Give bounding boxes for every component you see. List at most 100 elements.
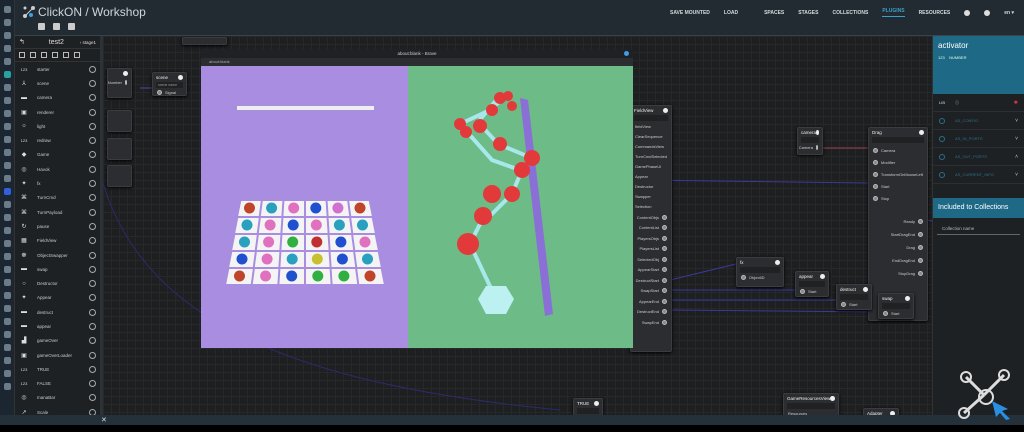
sidebar-item-fieldview[interactable]: ▦ FieldView: [15, 234, 100, 248]
node-game-resources-view[interactable]: GameResourcesView Resources: [783, 393, 839, 416]
nav-resources[interactable]: RESOURCES: [919, 10, 951, 16]
app-strip-icon[interactable]: [3, 305, 11, 312]
pin-icon[interactable]: ✱: [1014, 100, 1018, 106]
nav-load[interactable]: LOAD: [724, 10, 738, 16]
check-circle-icon[interactable]: [89, 108, 96, 116]
port-out[interactable]: [662, 288, 667, 293]
stage-breadcrumb[interactable]: › stage1: [80, 40, 96, 45]
check-circle-icon[interactable]: [89, 251, 96, 259]
sidebar-item-destruct[interactable]: ▬ destruct: [15, 305, 100, 319]
check-circle-icon[interactable]: [89, 337, 96, 345]
sidebar-item-fx[interactable]: ✦ fx: [15, 176, 100, 190]
grid-icon[interactable]: [63, 52, 69, 58]
node-drag[interactable]: Drag Camera Modifier TransformOnMouseLeft S…: [868, 127, 928, 321]
select-all-icon[interactable]: [19, 52, 25, 58]
port-out[interactable]: [662, 256, 667, 262]
app-strip-icon[interactable]: [3, 292, 11, 299]
port-out[interactable]: [662, 319, 667, 325]
app-strip-icon[interactable]: [3, 84, 11, 91]
port-out[interactable]: [816, 145, 818, 150]
node-settings-icon[interactable]: [178, 75, 183, 80]
browser-titlebar[interactable]: about:blank - Brave: [201, 49, 633, 58]
app-strip-icon[interactable]: [3, 71, 11, 78]
nav-collections[interactable]: COLLECTIONS: [832, 10, 868, 16]
sidebar-item-redraw[interactable]: 123 redraw: [15, 133, 100, 147]
app-strip-icon[interactable]: [3, 331, 11, 338]
search-icon[interactable]: [52, 52, 58, 58]
node-camera[interactable]: camera Camera: [797, 127, 823, 155]
check-circle-icon[interactable]: [89, 65, 96, 73]
pointer-tool-icon[interactable]: [38, 23, 45, 30]
node-true[interactable]: TRUE: [573, 398, 603, 416]
node-generic[interactable]: [107, 110, 132, 132]
app-strip-icon[interactable]: [3, 201, 11, 208]
port-out[interactable]: [662, 277, 667, 283]
check-circle-icon[interactable]: [89, 208, 96, 216]
section-as-in-ports[interactable]: AS_IN_PORTS ˅: [933, 130, 1024, 148]
collection-name-input[interactable]: Collection name: [937, 218, 1020, 235]
sidebar-item-false[interactable]: 123 FALSE: [15, 377, 100, 391]
sidebar-item-turnpayload[interactable]: ⌘ TurnPayload: [15, 205, 100, 219]
port-out[interactable]: [125, 80, 127, 85]
port-out[interactable]: [918, 271, 923, 276]
chevron-down-icon[interactable]: ˅: [1015, 136, 1018, 142]
check-circle-icon[interactable]: [89, 165, 96, 173]
port-out[interactable]: [662, 298, 667, 304]
browser-window[interactable]: about:blank - Brave about:blank: [201, 49, 633, 348]
port-in[interactable]: [157, 90, 162, 95]
language-select[interactable]: en ▾: [1004, 10, 1014, 16]
app-strip-icon[interactable]: [3, 357, 11, 364]
collapse-icon[interactable]: ✕: [101, 416, 107, 424]
node-scene[interactable]: scene scene name Signal: [152, 72, 187, 96]
check-circle-icon[interactable]: [89, 237, 96, 245]
3d-viewport[interactable]: [201, 66, 633, 348]
app-strip-icon[interactable]: [3, 266, 11, 273]
app-strip-icon[interactable]: [3, 136, 11, 143]
check-circle-icon[interactable]: [89, 222, 96, 230]
check-circle-icon[interactable]: [89, 265, 96, 273]
node-settings-icon[interactable]: [663, 108, 668, 113]
node-settings-icon[interactable]: [863, 287, 868, 292]
node-fieldview[interactable]: FieldView fieldView ClearSequence Commands…: [630, 105, 672, 352]
chevron-down-icon[interactable]: ˅: [1015, 118, 1018, 124]
sidebar-item-destructor[interactable]: ○ Destructor: [15, 276, 100, 290]
node-settings-icon[interactable]: [919, 130, 924, 135]
app-strip-icon[interactable]: [3, 123, 11, 130]
node-generic[interactable]: [182, 37, 227, 45]
app-strip-icon[interactable]: [3, 45, 11, 52]
node-destruct[interactable]: destruct Start: [836, 284, 872, 310]
node-settings-icon[interactable]: [830, 396, 835, 401]
check-circle-icon[interactable]: [89, 280, 96, 288]
app-strip-icon[interactable]: [3, 318, 11, 325]
port-in[interactable]: [873, 148, 878, 153]
app-strip-icon[interactable]: [3, 240, 11, 247]
check-circle-icon[interactable]: [89, 308, 96, 316]
sidebar-item-game[interactable]: ◆ Game: [15, 148, 100, 162]
sort-icon[interactable]: [30, 52, 36, 58]
app-strip-icon[interactable]: [3, 149, 11, 156]
node-appear[interactable]: appear Start: [795, 271, 829, 297]
address-bar[interactable]: about:blank: [201, 58, 633, 66]
app-strip-icon[interactable]: [3, 175, 11, 182]
app-strip-icon[interactable]: [3, 383, 11, 390]
section-as-current-info[interactable]: AS_CURRENT_INFO ˅: [933, 166, 1024, 184]
share-icon[interactable]: [74, 52, 80, 58]
check-circle-icon[interactable]: [89, 137, 96, 145]
app-strip-icon[interactable]: [3, 110, 11, 117]
sidebar-item-swap[interactable]: ▬ swap: [15, 262, 100, 276]
port-out[interactable]: [918, 245, 923, 250]
check-circle-icon[interactable]: [89, 151, 96, 159]
section-as-config[interactable]: AS_CONFIG ˅: [933, 112, 1024, 130]
sidebar-item-appear[interactable]: ✦ Appear: [15, 291, 100, 305]
game-view-scale[interactable]: [408, 66, 633, 348]
node-generic[interactable]: [107, 138, 132, 160]
browser-profile-icon[interactable]: [624, 51, 629, 56]
port-in[interactable]: [873, 196, 878, 201]
port-in[interactable]: [741, 275, 746, 280]
node-settings-icon[interactable]: [594, 401, 599, 406]
sidebar-item-pause[interactable]: ↻ pause: [15, 219, 100, 233]
check-circle-icon[interactable]: [89, 79, 96, 87]
check-circle-icon[interactable]: [89, 380, 96, 388]
node-settings-icon[interactable]: [905, 296, 910, 301]
check-circle-icon[interactable]: [89, 122, 96, 130]
